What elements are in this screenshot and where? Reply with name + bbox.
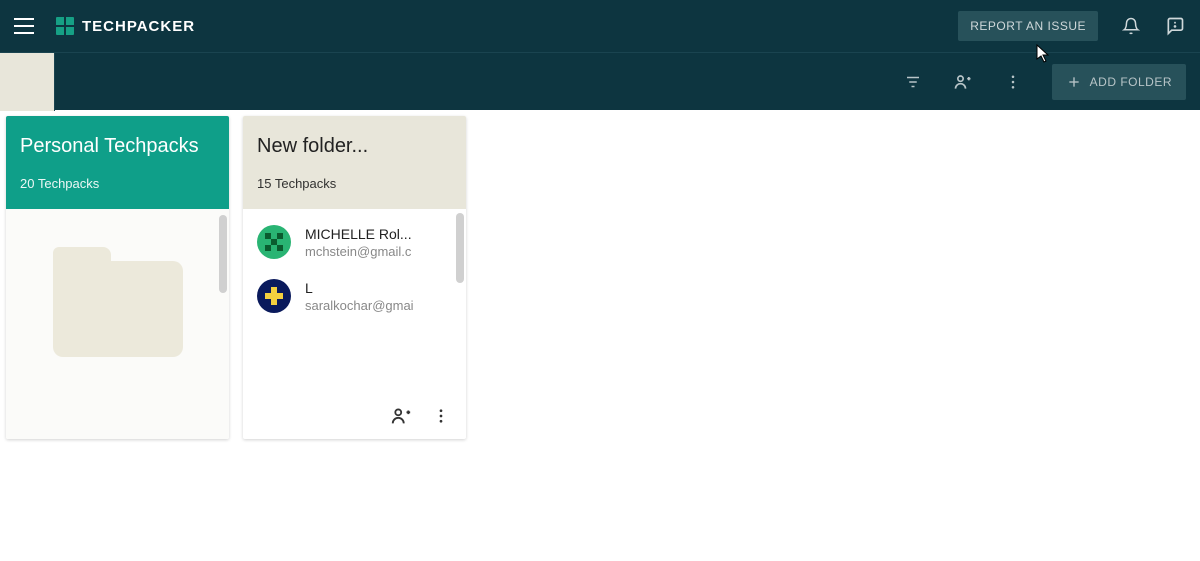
filter-button[interactable] [902,71,924,93]
folders-grid: Personal Techpacks 20 Techpacks New fold… [0,110,1200,445]
member-name: L [305,280,414,296]
folder-header: New folder... 15 Techpacks [243,116,466,209]
add-folder-button[interactable]: ADD FOLDER [1052,64,1186,100]
member-email: saralkochar@gmai [305,298,414,313]
share-people-button[interactable] [952,71,974,93]
menu-button[interactable] [14,14,38,38]
filter-icon [904,73,922,91]
folder-card-personal[interactable]: Personal Techpacks 20 Techpacks [6,116,229,439]
top-nav: TECHPACKER REPORT AN ISSUE [0,0,1200,52]
bell-icon [1122,17,1140,35]
scrollbar-thumb[interactable] [219,215,227,293]
logo-icon [56,17,74,35]
subbar-divider [54,53,55,111]
top-nav-left: TECHPACKER [14,14,195,38]
member-row[interactable]: MICHELLE Rol... mchstein@gmail.c [257,225,452,259]
person-plus-icon [390,405,412,427]
help-button[interactable] [1164,15,1186,37]
folder-title: Personal Techpacks [20,134,215,158]
member-row[interactable]: L saralkochar@gmai [257,279,452,313]
member-email: mchstein@gmail.c [305,244,412,259]
folder-subtitle: 15 Techpacks [257,176,452,191]
avatar-pixel-icon [265,233,283,251]
add-folder-label: ADD FOLDER [1090,75,1172,89]
vertical-dots-icon [1004,73,1022,91]
member-info: MICHELLE Rol... mchstein@gmail.c [305,226,412,259]
folder-icon [53,247,183,357]
member-name: MICHELLE Rol... [305,226,412,242]
more-options-button[interactable] [1002,71,1024,93]
scrollbar-thumb[interactable] [456,213,464,283]
folder-card-newfolder[interactable]: New folder... 15 Techpacks MICHELLE Rol.… [243,116,466,439]
folder-title: New folder... [257,134,452,158]
avatar [257,225,291,259]
help-chat-icon [1165,16,1185,36]
person-share-icon [953,72,973,92]
subbar-left-edge [0,53,54,111]
folder-more-button[interactable] [430,405,452,427]
avatar-pixel-icon [265,287,283,305]
member-info: L saralkochar@gmai [305,280,414,313]
folder-footer [243,397,466,439]
secondary-bar: ADD FOLDER [0,52,1200,110]
add-member-button[interactable] [390,405,412,427]
folder-body: MICHELLE Rol... mchstein@gmail.c L saral… [243,209,466,397]
vertical-dots-icon [432,407,450,425]
folder-body [6,209,229,439]
report-issue-label: REPORT AN ISSUE [970,19,1086,33]
notifications-button[interactable] [1120,15,1142,37]
avatar [257,279,291,313]
top-nav-right: REPORT AN ISSUE [958,11,1186,41]
folder-header: Personal Techpacks 20 Techpacks [6,116,229,209]
brand-logo[interactable]: TECHPACKER [56,17,195,35]
folder-subtitle: 20 Techpacks [20,176,215,191]
plus-icon [1066,74,1082,90]
subbar-actions: ADD FOLDER [902,64,1186,100]
report-issue-button[interactable]: REPORT AN ISSUE [958,11,1098,41]
brand-name: TECHPACKER [82,18,195,35]
